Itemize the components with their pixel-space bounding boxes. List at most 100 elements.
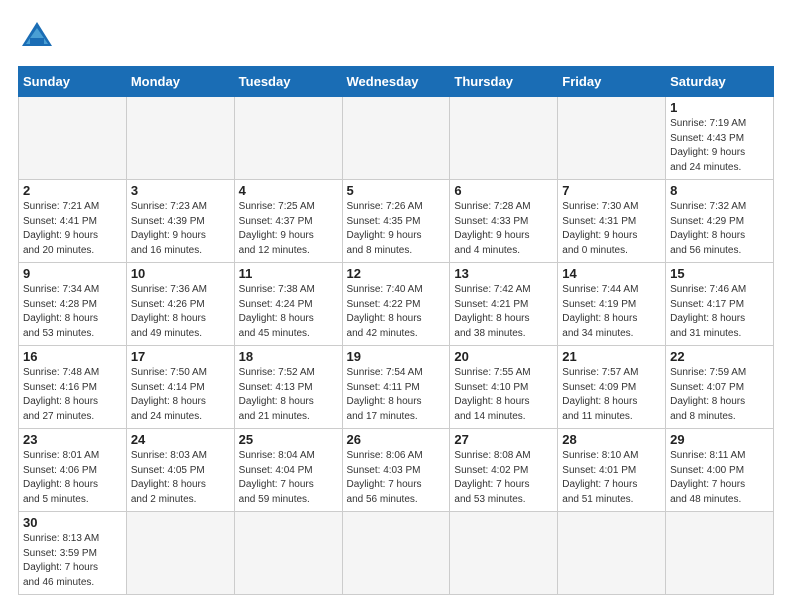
day-cell: 11 Sunrise: 7:38 AM Sunset: 4:24 PM Dayli… <box>234 263 342 346</box>
header <box>18 18 774 56</box>
day-info: Sunrise: 7:50 AM Sunset: 4:14 PM Dayligh… <box>131 366 230 424</box>
day-header-friday: Friday <box>558 67 666 97</box>
day-cell: 23 Sunrise: 8:01 AM Sunset: 4:06 PM Dayli… <box>19 429 127 512</box>
week-row-0: 1 Sunrise: 7:19 AM Sunset: 4:43 PM Daylig… <box>19 97 774 180</box>
day-info: Sunrise: 7:38 AM Sunset: 4:24 PM Dayligh… <box>239 283 338 341</box>
day-cell: 6 Sunrise: 7:28 AM Sunset: 4:33 PM Daylig… <box>450 180 558 263</box>
week-row-2: 9Sunrise: 7:34 AM Sunset: 4:28 PM Daylig… <box>19 263 774 346</box>
logo-icon <box>18 18 56 56</box>
day-number: 22 <box>670 349 769 364</box>
day-cell <box>558 97 666 180</box>
day-info: Sunrise: 8:06 AM Sunset: 4:03 PM Dayligh… <box>347 449 446 507</box>
week-row-1: 2Sunrise: 7:21 AM Sunset: 4:41 PM Daylig… <box>19 180 774 263</box>
day-cell: 22 Sunrise: 7:59 AM Sunset: 4:07 PM Dayli… <box>666 346 774 429</box>
day-number: 28 <box>562 432 661 447</box>
day-info: Sunrise: 7:34 AM Sunset: 4:28 PM Dayligh… <box>23 283 122 341</box>
day-number: 23 <box>23 432 122 447</box>
day-cell: 25Sunrise: 8:04 AM Sunset: 4:04 PM Dayli… <box>234 429 342 512</box>
day-cell <box>558 512 666 595</box>
day-number: 21 <box>562 349 661 364</box>
day-info: Sunrise: 7:40 AM Sunset: 4:22 PM Dayligh… <box>347 283 446 341</box>
day-number: 19 <box>347 349 446 364</box>
day-number: 16 <box>23 349 122 364</box>
day-number: 27 <box>454 432 553 447</box>
day-number: 12 <box>347 266 446 281</box>
day-cell <box>19 97 127 180</box>
day-info: Sunrise: 8:13 AM Sunset: 3:59 PM Dayligh… <box>23 532 122 590</box>
day-info: Sunrise: 7:23 AM Sunset: 4:39 PM Dayligh… <box>131 200 230 258</box>
day-info: Sunrise: 7:55 AM Sunset: 4:10 PM Dayligh… <box>454 366 553 424</box>
day-header-thursday: Thursday <box>450 67 558 97</box>
day-info: Sunrise: 7:32 AM Sunset: 4:29 PM Dayligh… <box>670 200 769 258</box>
day-header-sunday: Sunday <box>19 67 127 97</box>
day-info: Sunrise: 8:03 AM Sunset: 4:05 PM Dayligh… <box>131 449 230 507</box>
day-info: Sunrise: 7:44 AM Sunset: 4:19 PM Dayligh… <box>562 283 661 341</box>
day-header-monday: Monday <box>126 67 234 97</box>
day-info: Sunrise: 7:19 AM Sunset: 4:43 PM Dayligh… <box>670 117 769 175</box>
days-header-row: SundayMondayTuesdayWednesdayThursdayFrid… <box>19 67 774 97</box>
day-cell <box>342 512 450 595</box>
day-info: Sunrise: 8:01 AM Sunset: 4:06 PM Dayligh… <box>23 449 122 507</box>
day-number: 6 <box>454 183 553 198</box>
day-cell: 26 Sunrise: 8:06 AM Sunset: 4:03 PM Dayli… <box>342 429 450 512</box>
week-row-3: 16 Sunrise: 7:48 AM Sunset: 4:16 PM Dayli… <box>19 346 774 429</box>
day-cell <box>342 97 450 180</box>
day-number: 11 <box>239 266 338 281</box>
day-number: 17 <box>131 349 230 364</box>
day-cell <box>666 512 774 595</box>
day-cell: 29 Sunrise: 8:11 AM Sunset: 4:00 PM Dayli… <box>666 429 774 512</box>
week-row-4: 23 Sunrise: 8:01 AM Sunset: 4:06 PM Dayli… <box>19 429 774 512</box>
calendar: SundayMondayTuesdayWednesdayThursdayFrid… <box>18 66 774 595</box>
day-cell: 10 Sunrise: 7:36 AM Sunset: 4:26 PM Dayli… <box>126 263 234 346</box>
day-cell: 18 Sunrise: 7:52 AM Sunset: 4:13 PM Dayli… <box>234 346 342 429</box>
day-cell: 2Sunrise: 7:21 AM Sunset: 4:41 PM Daylig… <box>19 180 127 263</box>
day-cell: 4Sunrise: 7:25 AM Sunset: 4:37 PM Daylig… <box>234 180 342 263</box>
week-row-5: 30 Sunrise: 8:13 AM Sunset: 3:59 PM Dayli… <box>19 512 774 595</box>
day-cell: 17 Sunrise: 7:50 AM Sunset: 4:14 PM Dayli… <box>126 346 234 429</box>
day-info: Sunrise: 8:11 AM Sunset: 4:00 PM Dayligh… <box>670 449 769 507</box>
day-cell: 3 Sunrise: 7:23 AM Sunset: 4:39 PM Daylig… <box>126 180 234 263</box>
day-number: 29 <box>670 432 769 447</box>
day-cell: 12 Sunrise: 7:40 AM Sunset: 4:22 PM Dayli… <box>342 263 450 346</box>
day-cell <box>450 512 558 595</box>
day-number: 15 <box>670 266 769 281</box>
day-cell: 30 Sunrise: 8:13 AM Sunset: 3:59 PM Dayli… <box>19 512 127 595</box>
day-cell: 14Sunrise: 7:44 AM Sunset: 4:19 PM Dayli… <box>558 263 666 346</box>
day-number: 25 <box>239 432 338 447</box>
day-cell <box>234 97 342 180</box>
day-info: Sunrise: 7:54 AM Sunset: 4:11 PM Dayligh… <box>347 366 446 424</box>
day-info: Sunrise: 8:10 AM Sunset: 4:01 PM Dayligh… <box>562 449 661 507</box>
day-header-saturday: Saturday <box>666 67 774 97</box>
day-cell: 15Sunrise: 7:46 AM Sunset: 4:17 PM Dayli… <box>666 263 774 346</box>
day-number: 10 <box>131 266 230 281</box>
day-info: Sunrise: 7:26 AM Sunset: 4:35 PM Dayligh… <box>347 200 446 258</box>
day-cell: 13Sunrise: 7:42 AM Sunset: 4:21 PM Dayli… <box>450 263 558 346</box>
day-info: Sunrise: 7:59 AM Sunset: 4:07 PM Dayligh… <box>670 366 769 424</box>
day-number: 3 <box>131 183 230 198</box>
day-info: Sunrise: 7:36 AM Sunset: 4:26 PM Dayligh… <box>131 283 230 341</box>
day-cell: 8 Sunrise: 7:32 AM Sunset: 4:29 PM Daylig… <box>666 180 774 263</box>
day-cell: 21Sunrise: 7:57 AM Sunset: 4:09 PM Dayli… <box>558 346 666 429</box>
day-info: Sunrise: 7:52 AM Sunset: 4:13 PM Dayligh… <box>239 366 338 424</box>
day-cell: 24Sunrise: 8:03 AM Sunset: 4:05 PM Dayli… <box>126 429 234 512</box>
day-number: 20 <box>454 349 553 364</box>
day-header-wednesday: Wednesday <box>342 67 450 97</box>
day-cell <box>234 512 342 595</box>
day-cell: 7Sunrise: 7:30 AM Sunset: 4:31 PM Daylig… <box>558 180 666 263</box>
day-cell: 28 Sunrise: 8:10 AM Sunset: 4:01 PM Dayli… <box>558 429 666 512</box>
day-cell <box>450 97 558 180</box>
day-info: Sunrise: 8:08 AM Sunset: 4:02 PM Dayligh… <box>454 449 553 507</box>
day-number: 26 <box>347 432 446 447</box>
day-info: Sunrise: 7:28 AM Sunset: 4:33 PM Dayligh… <box>454 200 553 258</box>
day-header-tuesday: Tuesday <box>234 67 342 97</box>
day-number: 18 <box>239 349 338 364</box>
day-cell: 27 Sunrise: 8:08 AM Sunset: 4:02 PM Dayli… <box>450 429 558 512</box>
day-cell <box>126 512 234 595</box>
day-number: 30 <box>23 515 122 530</box>
day-number: 8 <box>670 183 769 198</box>
day-cell: 1 Sunrise: 7:19 AM Sunset: 4:43 PM Daylig… <box>666 97 774 180</box>
day-info: Sunrise: 7:48 AM Sunset: 4:16 PM Dayligh… <box>23 366 122 424</box>
day-cell: 19 Sunrise: 7:54 AM Sunset: 4:11 PM Dayli… <box>342 346 450 429</box>
day-number: 1 <box>670 100 769 115</box>
day-info: Sunrise: 7:21 AM Sunset: 4:41 PM Dayligh… <box>23 200 122 258</box>
